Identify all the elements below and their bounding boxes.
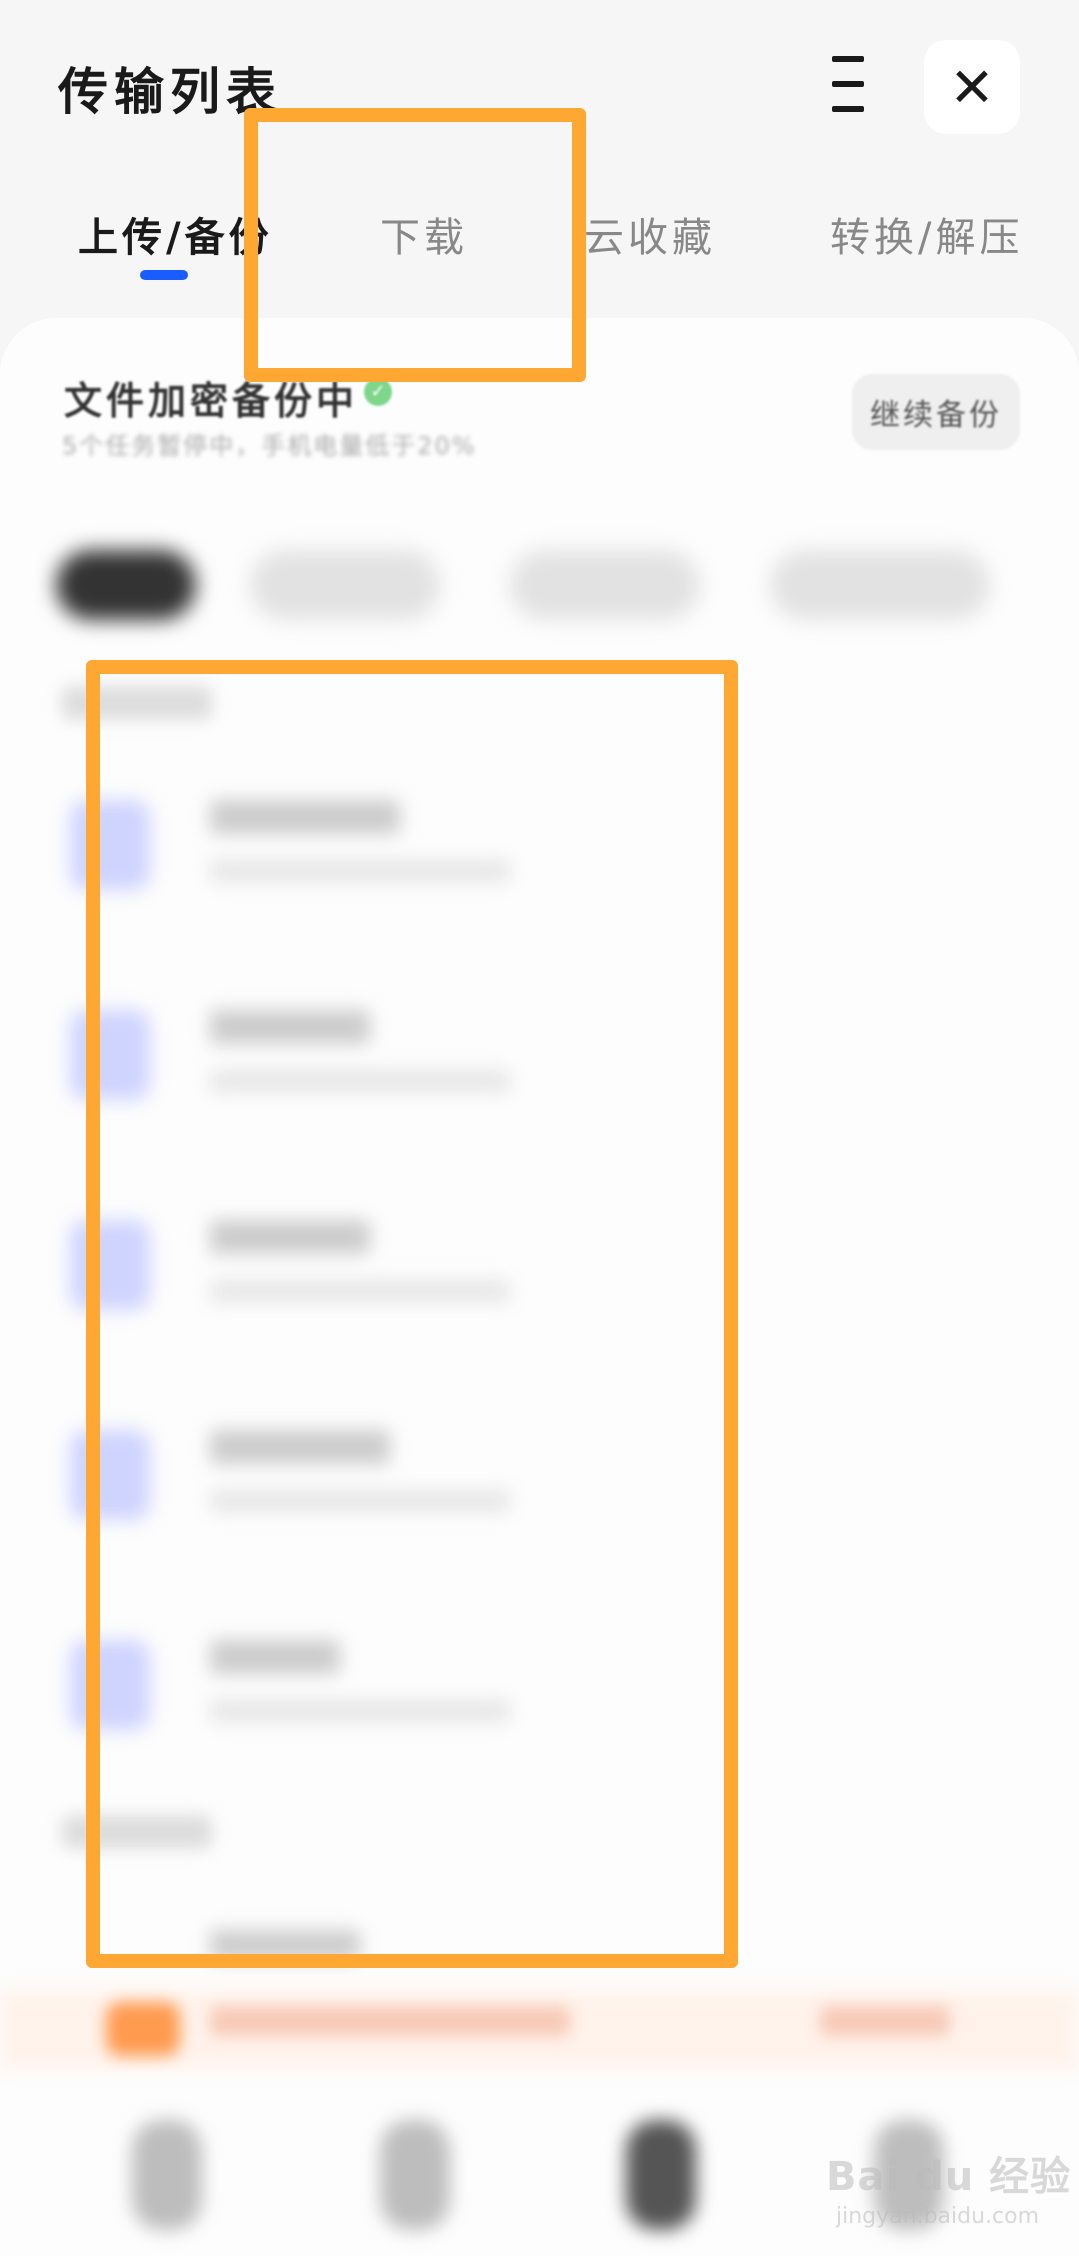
watermark-url-text: jingyan.baidu.com: [836, 2204, 1040, 2229]
baidu-jingyan-watermark: Bai du 经验 jingyan.baidu.com: [826, 2126, 1070, 2246]
promo-text-blurred: [210, 2006, 570, 2036]
continue-backup-button[interactable]: 继续备份: [852, 374, 1020, 450]
download-tab-highlight: [244, 108, 586, 382]
list-area-highlight: [86, 660, 738, 1968]
watermark-main-text: Bai du 经验: [826, 2154, 1072, 2200]
filter-chip[interactable]: [250, 550, 440, 620]
backup-status-subtitle: 5个任务暂停中，手机电量低于20%: [62, 432, 477, 460]
active-tab-indicator: [140, 270, 188, 280]
close-button[interactable]: ✕: [924, 40, 1020, 134]
promo-button-blurred[interactable]: [820, 2006, 950, 2036]
nav-home-icon[interactable]: [132, 2120, 202, 2230]
promo-banner[interactable]: [0, 1990, 1079, 2070]
tab-convert-unzip[interactable]: 转换/解压: [830, 205, 1023, 263]
promo-icon: [106, 2002, 180, 2056]
filter-chip[interactable]: [510, 550, 700, 620]
filter-chip[interactable]: [770, 550, 990, 620]
cloud-check-icon: ✓: [364, 378, 392, 406]
menu-icon[interactable]: [832, 56, 884, 112]
tab-cloud-favorites[interactable]: 云收藏: [584, 205, 716, 263]
filter-chip-row: [0, 550, 1079, 620]
nav-transfer-icon[interactable]: [626, 2120, 696, 2230]
nav-files-icon[interactable]: [380, 2120, 450, 2230]
filter-chip[interactable]: [56, 550, 196, 620]
